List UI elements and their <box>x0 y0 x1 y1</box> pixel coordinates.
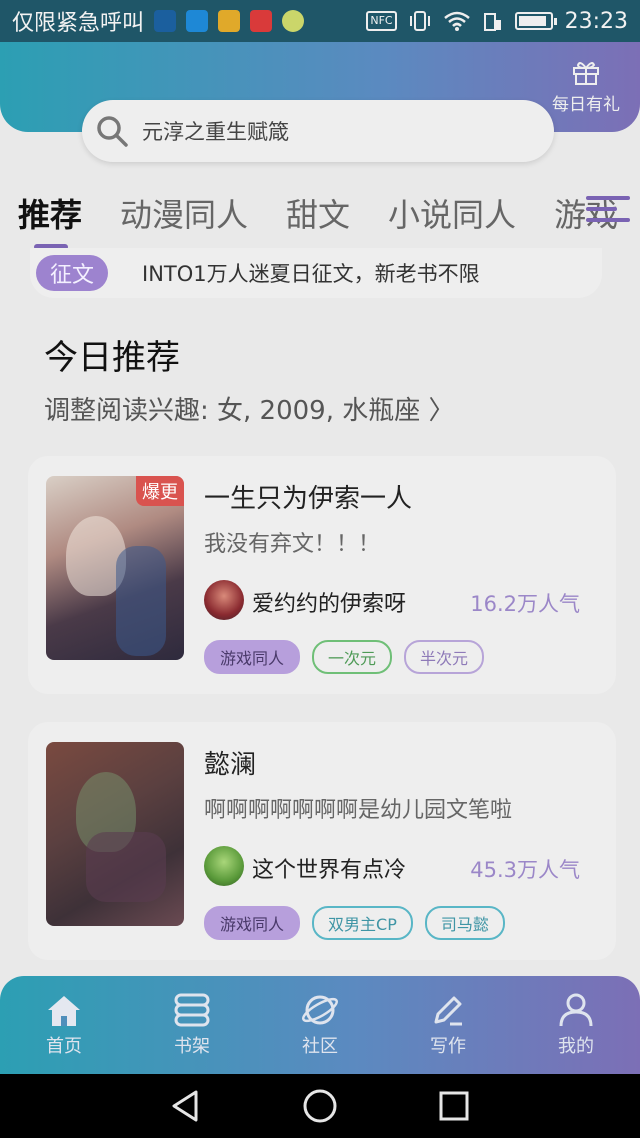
folder-app-icon <box>218 10 241 32</box>
daily-gift-button[interactable]: 每日有礼 <box>546 60 626 115</box>
chat-app-icon <box>282 10 305 32</box>
clock: 23:23 <box>564 8 628 34</box>
gift-icon <box>573 62 599 85</box>
recent-apps-icon[interactable] <box>438 1090 470 1122</box>
category-menu-button[interactable] <box>586 196 630 236</box>
author-avatar[interactable] <box>204 846 244 886</box>
status-bar: 仅限紧急呼叫 NFC 23:23 <box>0 0 640 42</box>
home-circle-icon[interactable] <box>302 1088 338 1124</box>
nav-home[interactable]: 首页 <box>19 992 109 1058</box>
back-icon[interactable] <box>170 1089 202 1123</box>
search-text: 元淳之重生赋箴 <box>142 120 289 144</box>
nav-profile[interactable]: 我的 <box>531 992 621 1058</box>
contest-text: INTO1万人迷夏日征文，新老书不限 <box>142 262 480 286</box>
book-title: 一生只为伊索一人 <box>204 484 413 514</box>
signal-icon <box>483 13 501 31</box>
book-desc: 啊啊啊啊啊啊啊是幼儿园文笔啦 <box>204 798 513 823</box>
tag[interactable]: 半次元 <box>404 640 485 674</box>
author-name[interactable]: 爱约约的伊索呀 <box>252 586 406 618</box>
book-card[interactable]: 爆更 一生只为伊索一人 我没有弃文！！！ 爱约约的伊索呀 16.2万人气 游戏同… <box>28 456 616 694</box>
play-icon <box>186 10 209 32</box>
popularity: 45.3万人气 <box>470 858 580 882</box>
daily-gift-label: 每日有礼 <box>552 95 620 115</box>
nav-bookshelf[interactable]: 书架 <box>147 992 237 1058</box>
book-cover: 爆更 <box>46 476 184 660</box>
tab-novel-fanfic[interactable]: 小说同人 <box>388 190 516 240</box>
nfc-icon: NFC <box>366 11 397 31</box>
tag-list: 游戏同人 一次元 半次元 <box>204 640 485 674</box>
tag[interactable]: 游戏同人 <box>204 906 301 940</box>
tab-recommend[interactable]: 推荐 <box>18 190 82 240</box>
home-icon <box>48 996 80 1026</box>
category-tabs: 推荐 动漫同人 甜文 小说同人 游戏 <box>18 190 640 240</box>
nav-write[interactable]: 写作 <box>403 992 493 1058</box>
tag-list: 游戏同人 双男主CP 司马懿 <box>204 906 505 940</box>
search-bar[interactable]: 元淳之重生赋箴 <box>82 100 554 162</box>
search-icon <box>97 116 128 147</box>
battery-icon <box>514 12 557 30</box>
nav-home-label: 首页 <box>46 1036 82 1057</box>
nav-write-label: 写作 <box>430 1036 466 1057</box>
tab-sweet[interactable]: 甜文 <box>286 190 350 240</box>
book-title: 懿澜 <box>204 750 257 780</box>
carrier-text: 仅限紧急呼叫 <box>12 11 145 36</box>
contest-banner[interactable]: 征文 INTO1万人迷夏日征文，新老书不限 <box>30 248 602 298</box>
wifi-icon <box>443 11 470 31</box>
tag[interactable]: 双男主CP <box>312 906 413 940</box>
nav-bookshelf-label: 书架 <box>174 1036 210 1057</box>
nav-community-label: 社区 <box>302 1036 338 1057</box>
lua-app-icon <box>154 10 177 32</box>
hot-badge: 爆更 <box>136 476 184 506</box>
section-title: 今日推荐 <box>44 338 180 378</box>
pen-icon <box>434 996 462 1026</box>
book-cover <box>46 742 184 926</box>
user-icon <box>559 993 593 1027</box>
popularity: 16.2万人气 <box>470 592 580 616</box>
nav-profile-label: 我的 <box>558 1036 594 1057</box>
vibrate-icon <box>409 11 430 31</box>
bottom-nav: 首页 书架 社区 写作 我的 <box>0 976 640 1074</box>
nav-community[interactable]: 社区 <box>275 992 365 1058</box>
tag[interactable]: 游戏同人 <box>204 640 301 674</box>
book-card[interactable]: 懿澜 啊啊啊啊啊啊啊是幼儿园文笔啦 这个世界有点冷 45.3万人气 游戏同人 双… <box>28 722 616 960</box>
tag[interactable]: 一次元 <box>312 640 393 674</box>
contest-tag: 征文 <box>36 255 109 291</box>
author-name[interactable]: 这个世界有点冷 <box>252 852 406 884</box>
tag[interactable]: 司马懿 <box>424 906 505 940</box>
reading-interest-link[interactable]: 调整阅读兴趣: 女, 2009, 水瓶座 〉 <box>44 390 455 427</box>
bookshelf-icon <box>174 993 210 1027</box>
author-avatar[interactable] <box>204 580 244 620</box>
tab-anime-fanfic[interactable]: 动漫同人 <box>120 190 248 240</box>
system-nav-bar <box>0 1074 640 1138</box>
book-desc: 我没有弃文！！！ <box>204 532 381 557</box>
planet-icon <box>302 995 338 1025</box>
music-icon <box>250 10 273 32</box>
